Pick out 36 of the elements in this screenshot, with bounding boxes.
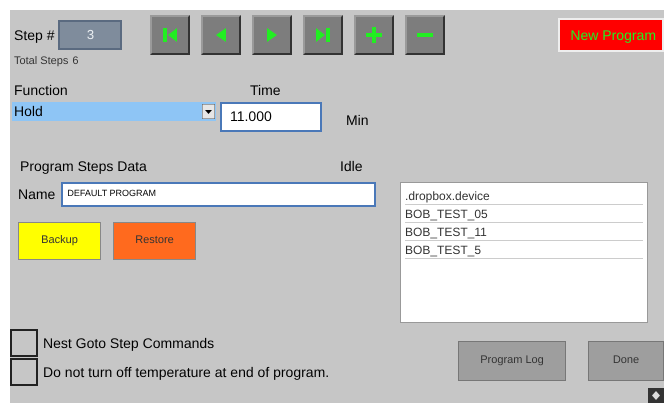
checkbox[interactable] bbox=[10, 358, 38, 386]
step-last-button[interactable] bbox=[303, 15, 343, 55]
time-field[interactable]: 11.000 bbox=[220, 102, 322, 132]
step-first-button[interactable] bbox=[150, 15, 190, 55]
step-add-button[interactable] bbox=[354, 15, 394, 55]
function-label: Function bbox=[14, 80, 69, 100]
total-steps-label: Total Steps bbox=[14, 54, 68, 69]
program-list-item[interactable]: BOB_TEST_05 bbox=[405, 204, 643, 222]
program-list[interactable]: .dropbox.device BOB_TEST_05 BOB_TEST_11 BOB_TEST_5 bbox=[400, 182, 648, 322]
step-next-button[interactable] bbox=[252, 15, 292, 55]
time-unit: Min bbox=[346, 110, 369, 130]
program-list-item[interactable]: .dropbox.device bbox=[405, 186, 643, 204]
last-icon bbox=[313, 25, 333, 45]
program-list-item[interactable]: BOB_TEST_11 bbox=[405, 222, 643, 240]
total-steps-value: 6 bbox=[72, 54, 79, 69]
checkbox[interactable] bbox=[10, 329, 38, 357]
first-icon bbox=[160, 25, 180, 45]
section-title: Program Steps Data bbox=[20, 156, 148, 176]
step-prev-button[interactable] bbox=[201, 15, 241, 55]
function-dropdown[interactable]: Hold bbox=[12, 102, 216, 120]
name-field[interactable]: DEFAULT PROGRAM bbox=[61, 182, 376, 206]
status-text: Idle bbox=[340, 156, 363, 176]
option-label: Do not turn off temperature at end of program. bbox=[43, 362, 330, 382]
dropdown-arrow-icon bbox=[202, 104, 215, 118]
time-label: Time bbox=[250, 80, 281, 100]
program-backup-button[interactable]: Backup bbox=[18, 222, 101, 260]
step-remove-button[interactable] bbox=[405, 15, 445, 55]
option-label: Nest Goto Step Commands bbox=[43, 334, 214, 353]
done-button[interactable]: Done bbox=[588, 340, 664, 380]
minus-icon bbox=[417, 33, 433, 37]
step-label: Step # bbox=[14, 26, 54, 45]
program-restore-button[interactable]: Restore bbox=[113, 222, 196, 260]
program-log-button[interactable]: Program Log bbox=[458, 340, 566, 380]
program-list-item[interactable]: BOB_TEST_5 bbox=[405, 240, 643, 258]
name-label: Name bbox=[18, 184, 56, 204]
plus-icon bbox=[364, 25, 384, 45]
